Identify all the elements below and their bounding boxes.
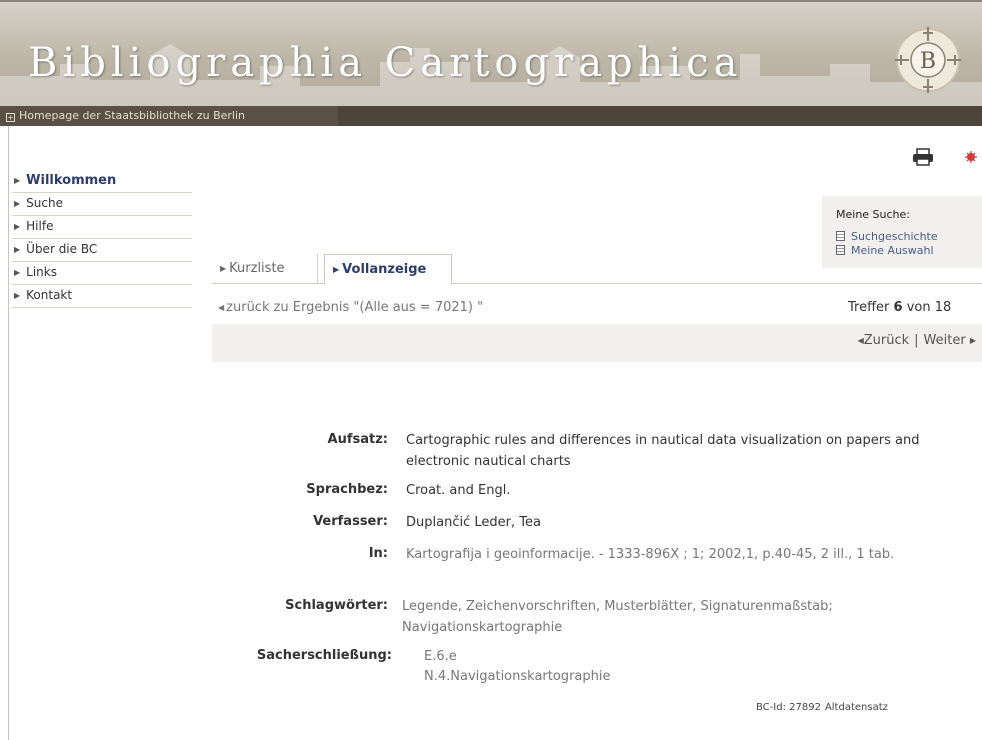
view-tabs: ▶ Kurzliste ▶ Vollanzeige [212,254,982,285]
document-icon [836,231,845,241]
expand-icon: + [6,113,15,122]
home-link-label: Homepage der Staatsbibliothek zu Berlin [19,109,245,122]
field-value-sacherschliessung-1[interactable]: E.6.e [424,646,824,667]
red-bug-icon[interactable] [964,150,978,164]
prev-label: Zurück [863,333,910,348]
field-value-in[interactable]: Kartografija i geoinformacije. - 1333-89… [406,544,976,565]
next-link[interactable]: Weiter ▶ [924,333,976,348]
arrow-right-icon: ▶ [14,199,21,208]
record-status: Altdatensatz [824,702,888,713]
pager: ◀Zurück | Weiter ▶ [858,333,976,348]
sidebar-item-label: Suche [26,196,63,210]
top-strip: + Homepage der Staatsbibliothek zu Berlin [0,106,982,126]
arrow-right-icon: ▶ [14,176,21,185]
search-history-label: Suchgeschichte [851,230,938,243]
sidebar-item-label: Hilfe [26,219,54,233]
search-history-link[interactable]: Suchgeschichte [836,230,938,243]
next-label: Weiter [923,333,966,348]
tab-label: Kurzliste [229,261,285,276]
sidebar-item-suche[interactable]: ▶ Suche [12,193,192,216]
back-link-label: zurück zu Ergebnis "(Alle aus = 7021) " [226,300,484,315]
hits-current: 6 [893,300,903,315]
hits-prefix: Treffer [848,300,890,315]
field-value-sprachbez: Croat. and Engl. [406,483,511,498]
pager-separator: | [914,333,919,348]
header-banner: Bibliographia Cartographica B [0,0,982,106]
sidebar-item-label: Über die BC [26,242,98,256]
sidebar-item-hilfe[interactable]: ▶ Hilfe [12,216,192,239]
site-title: Bibliographia Cartographica [28,40,743,86]
tab-label: Vollanzeige [342,262,427,277]
back-to-results-link[interactable]: ◀ zurück zu Ergebnis "(Alle aus = 7021) " [218,300,483,315]
field-value-schlagwoerter[interactable]: Legende, Zeichenvorschriften, Musterblät… [402,596,976,638]
sidebar-item-ueber-die-bc[interactable]: ▶ Über die BC [12,239,192,262]
sidebar-nav: ▶ Willkommen ▶ Suche ▶ Hilfe ▶ Über die BC ▶… [12,170,192,308]
home-link[interactable]: + Homepage der Staatsbibliothek zu Berlin [0,106,338,126]
bc-logo-icon[interactable]: B [892,24,964,96]
hit-counter: Treffer 6 von 18 [848,300,951,315]
sidebar-item-label: Kontakt [26,288,73,302]
left-divider [8,126,9,740]
record-id: BC-Id: 27892 Altdatensatz [756,702,888,713]
field-label-schlagwoerter: Schlagwörter: [285,598,388,613]
printer-icon[interactable] [912,148,934,166]
field-label-verfasser: Verfasser: [313,514,388,529]
arrow-right-icon: ▶ [14,222,21,231]
pager-bar: ◀Zurück | Weiter ▶ [212,324,982,362]
field-label-aufsatz: Aufsatz: [327,432,388,447]
bc-id: BC-Id: 27892 [756,702,821,713]
sidebar-item-label: Willkommen [26,173,117,188]
hits-total: von 18 [906,300,952,315]
field-value-aufsatz: Cartographic rules and differences in na… [406,433,920,469]
arrow-right-icon: ▶ [14,268,21,277]
arrow-left-icon: ◀ [218,303,225,312]
tab-kurzliste[interactable]: ▶ Kurzliste [212,254,318,284]
arrow-right-icon: ▶ [969,336,976,345]
field-label-sprachbez: Sprachbez: [306,482,388,497]
sidebar-item-label: Links [26,265,57,279]
tab-vollanzeige[interactable]: ▶ Vollanzeige [324,254,452,285]
logo-letter: B [920,49,936,74]
field-label-in: In: [368,546,388,561]
sidebar-item-kontakt[interactable]: ▶ Kontakt [12,285,192,308]
field-value-verfasser: Duplančić Leder, Tea [406,515,541,530]
arrow-right-icon: ▶ [14,245,21,254]
arrow-right-icon: ▶ [14,291,21,300]
arrow-right-icon: ▶ [333,265,340,274]
field-label-sacherschliessung: Sacherschließung: [256,648,392,663]
arrow-right-icon: ▶ [220,264,227,273]
my-search-title: Meine Suche: [836,208,910,221]
sidebar-item-willkommen[interactable]: ▶ Willkommen [12,170,192,193]
sidebar-item-links[interactable]: ▶ Links [12,262,192,285]
field-value-sacherschliessung-2[interactable]: N.4.Navigationskartographie [424,666,824,687]
prev-link[interactable]: ◀Zurück [858,333,910,348]
